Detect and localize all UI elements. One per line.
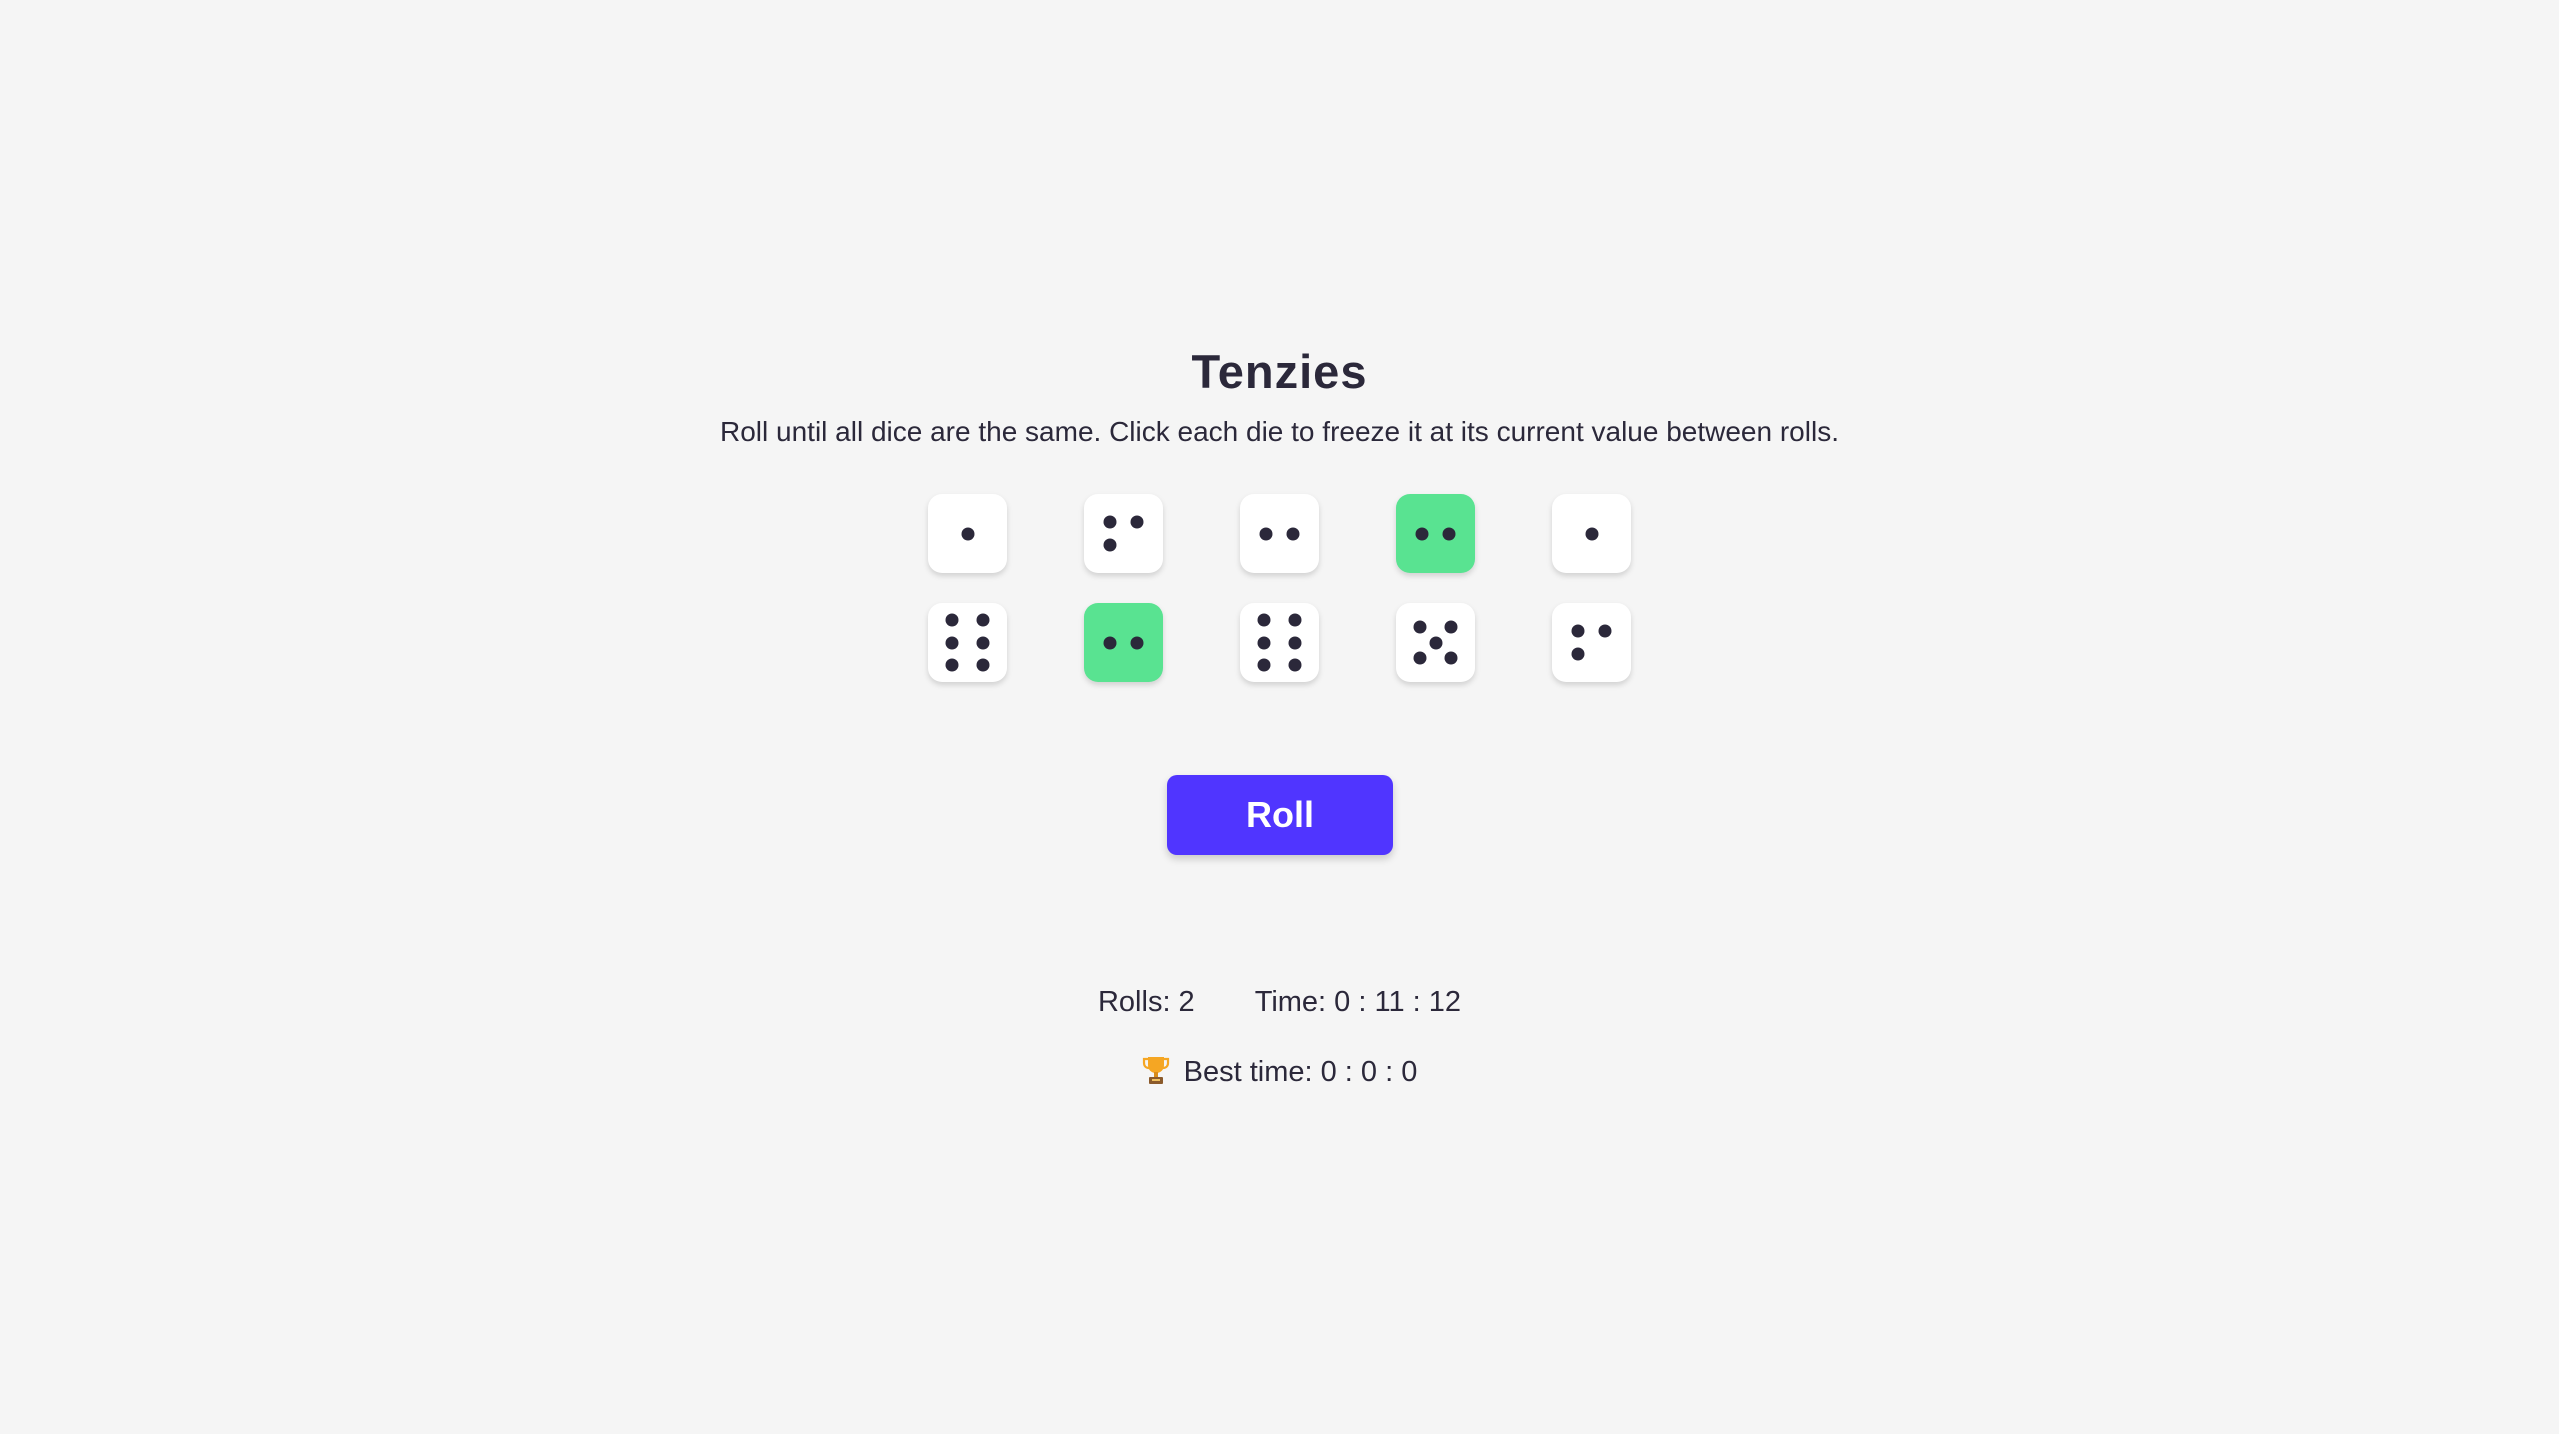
die-pip bbox=[1571, 624, 1585, 638]
die-4[interactable] bbox=[1396, 494, 1475, 573]
tenzies-app: Tenzies Roll until all dice are the same… bbox=[0, 0, 2559, 1434]
die-pip bbox=[1444, 651, 1458, 665]
die-pip bbox=[1442, 527, 1456, 540]
trophy-icon bbox=[1142, 1055, 1170, 1085]
die-pip bbox=[1288, 636, 1302, 649]
die-pip bbox=[1257, 613, 1271, 627]
die-pip bbox=[1571, 647, 1585, 661]
game-instructions: Roll until all dice are the same. Click … bbox=[720, 416, 1839, 447]
die-5[interactable] bbox=[1552, 494, 1631, 573]
die-pip bbox=[945, 658, 959, 672]
die-7[interactable] bbox=[1084, 603, 1163, 682]
die-pip bbox=[1103, 636, 1117, 649]
die-pip bbox=[1103, 515, 1117, 529]
elapsed-time: Time: 0 : 11 : 12 bbox=[1254, 986, 1462, 1018]
die-pip bbox=[1413, 620, 1427, 634]
die-pip bbox=[945, 636, 959, 649]
die-pip bbox=[1429, 636, 1442, 649]
die-pip bbox=[1257, 636, 1271, 649]
die-pip bbox=[976, 658, 990, 672]
die-10[interactable] bbox=[1552, 603, 1631, 682]
best-time: Best time: 0 : 0 : 0 bbox=[1183, 1056, 1418, 1088]
die-3[interactable] bbox=[1240, 494, 1319, 573]
best-time-row: Best time: 0 : 0 : 0 bbox=[0, 1052, 2559, 1092]
die-6[interactable] bbox=[928, 603, 1007, 682]
die-pip bbox=[1585, 527, 1598, 540]
die-pip bbox=[976, 636, 990, 649]
die-pip bbox=[976, 613, 990, 627]
die-pip bbox=[961, 527, 974, 540]
die-pip bbox=[1286, 527, 1300, 540]
die-pip bbox=[1444, 620, 1458, 634]
die-2[interactable] bbox=[1084, 494, 1163, 573]
die-pip bbox=[1413, 651, 1427, 665]
die-9[interactable] bbox=[1396, 603, 1475, 682]
die-pip bbox=[1288, 658, 1302, 672]
die-pip bbox=[945, 613, 959, 627]
die-pip bbox=[1130, 515, 1144, 529]
game-title: Tenzies bbox=[1191, 345, 1368, 398]
die-pip bbox=[1259, 527, 1273, 540]
die-pip bbox=[1257, 658, 1271, 672]
die-pip bbox=[1415, 527, 1429, 540]
rolls-count: Rolls: 2 bbox=[1097, 986, 1195, 1018]
die-pip bbox=[1103, 538, 1117, 552]
dice-grid bbox=[928, 494, 1632, 682]
die-pip bbox=[1130, 636, 1144, 649]
stats-row: Rolls: 2 Time: 0 : 11 : 12 bbox=[0, 982, 2559, 1022]
die-1[interactable] bbox=[928, 494, 1007, 573]
die-pip bbox=[1598, 624, 1612, 638]
die-8[interactable] bbox=[1240, 603, 1319, 682]
die-pip bbox=[1288, 613, 1302, 627]
roll-button[interactable]: Roll bbox=[1167, 775, 1393, 855]
